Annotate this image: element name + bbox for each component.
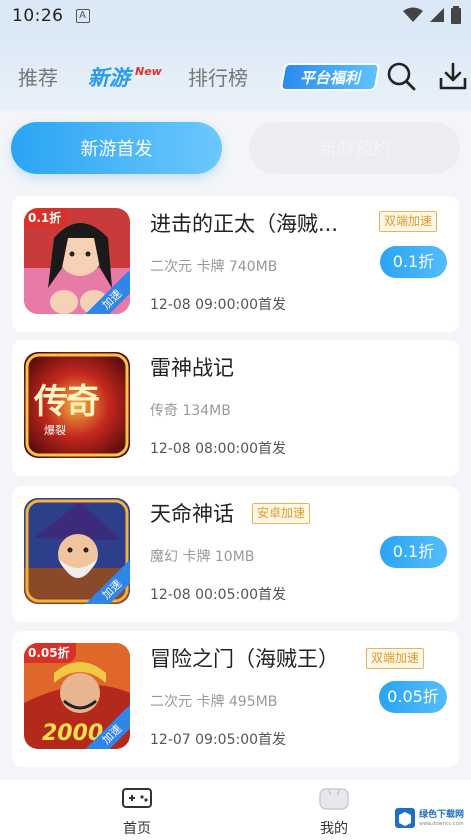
icon-discount-label: 0.05折: [24, 643, 76, 663]
accelerate-badge: 安卓加速: [252, 503, 311, 524]
platform-welfare-label: 平台福利: [299, 68, 360, 87]
game-title[interactable]: 雷神战记: [150, 352, 234, 382]
tab-home-label: 首页: [123, 821, 151, 837]
game-tags: 二次元 卡牌 740MB: [150, 259, 278, 275]
new-release-pill[interactable]: 新游首发: [11, 122, 222, 174]
game-tags: 魔幻 卡牌 10MB: [150, 549, 255, 565]
status-icons: [403, 6, 461, 24]
game-tags: 传奇 134MB: [150, 403, 231, 419]
discount-button[interactable]: 0.1折: [380, 536, 447, 568]
release-date: 12-08 00:05:00首发: [150, 587, 287, 603]
game-icon: 0.1折 加速: [24, 208, 130, 314]
status-bar: 10:26 A: [0, 0, 471, 32]
download-icon[interactable]: [437, 60, 469, 92]
accelerate-badge: 双端加速: [366, 648, 425, 669]
profile-icon: [319, 788, 349, 810]
game-title[interactable]: 进击的正太（海贼...: [150, 208, 338, 238]
icon-discount-label: 0.1折: [24, 208, 68, 228]
game-icon: 加速: [24, 498, 130, 604]
wifi-icon: [403, 7, 423, 22]
game-title[interactable]: 冒险之门（海贼王）: [150, 643, 339, 673]
tab-mine[interactable]: 我的: [304, 786, 364, 838]
icon-title-text: 传奇: [34, 382, 100, 422]
search-icon[interactable]: [385, 60, 417, 92]
game-title[interactable]: 天命神话: [150, 498, 234, 528]
tab-recommend[interactable]: 推荐: [18, 62, 58, 91]
notification-a-icon: A: [75, 9, 90, 23]
game-tags: 二次元 卡牌 495MB: [150, 694, 278, 710]
discount-button[interactable]: 0.1折: [380, 246, 447, 278]
game-card[interactable]: 0.05折 2000 加速 冒险之门（海贼王） 双端加速 二次元 卡牌 495M…: [12, 631, 459, 767]
status-time: 10:26: [12, 6, 64, 26]
accelerate-badge: 双端加速: [379, 211, 438, 232]
tab-home[interactable]: 首页: [107, 786, 167, 838]
game-icon: 传奇 爆裂: [24, 352, 130, 458]
icon-sub-text: 爆裂: [44, 424, 66, 437]
game-icon: 0.05折 2000 加速: [24, 643, 130, 749]
tab-ranking[interactable]: 排行榜: [188, 62, 248, 91]
tab-new-games[interactable]: 新游: [88, 62, 130, 92]
signal-icon: [430, 8, 444, 22]
release-date: 12-07 09:05:00首发: [150, 732, 287, 748]
release-date: 12-08 09:00:00首发: [150, 297, 287, 313]
game-card[interactable]: 传奇 爆裂 雷神战记 传奇 134MB 12-08 08:00:00首发: [12, 340, 459, 476]
battery-icon: [451, 6, 461, 24]
release-date: 12-08 08:00:00首发: [150, 441, 287, 457]
site-watermark: 绿色下载网 www.downcc.com: [392, 800, 470, 836]
discount-button[interactable]: 0.05折: [379, 681, 447, 713]
watermark-logo-icon: [395, 808, 415, 828]
game-card[interactable]: 加速 天命神话 安卓加速 魔幻 卡牌 10MB 12-08 00:05:00首发…: [12, 486, 459, 622]
top-nav: 推荐 新游 New 排行榜 平台福利: [0, 32, 471, 110]
tab-mine-label: 我的: [320, 821, 348, 837]
platform-welfare-button[interactable]: 平台福利: [279, 63, 381, 91]
new-badge: New: [135, 65, 162, 78]
game-card[interactable]: 0.1折 加速 进击的正太（海贼... 双端加速 二次元 卡牌 740MB 12…: [12, 196, 459, 332]
gamepad-icon: [122, 788, 152, 808]
new-reservation-pill[interactable]: 新游预约: [249, 122, 460, 174]
